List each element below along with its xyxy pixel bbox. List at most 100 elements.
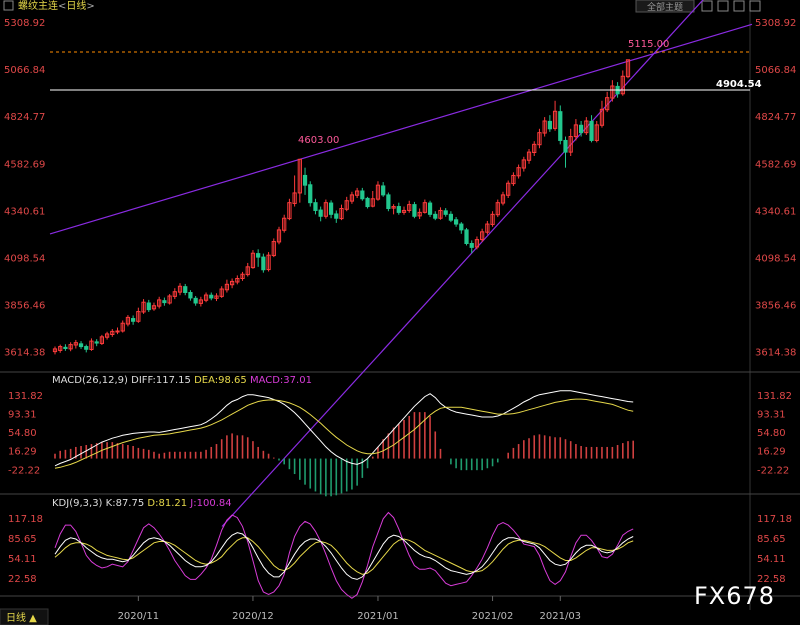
candle: [542, 117, 547, 137]
candle: [391, 204, 396, 215]
candle: [334, 210, 339, 223]
candle: [297, 158, 302, 203]
instrument-period: 日线: [66, 0, 86, 12]
instrument-title: 螺纹主连<日线>: [18, 0, 95, 12]
candle: [323, 199, 328, 219]
price-tick-right: 3614.38: [755, 348, 796, 359]
candle: [396, 202, 401, 215]
candle: [474, 236, 480, 250]
candle: [422, 199, 427, 214]
kdj-j-value: J:100.84: [189, 498, 231, 509]
kdj-tick-left: 22.58: [8, 574, 37, 585]
candle: [500, 191, 506, 206]
candle: [386, 192, 391, 212]
candle: [157, 296, 162, 309]
candle: [318, 206, 323, 222]
candle: [136, 307, 141, 323]
price-tick-left: 4098.54: [4, 253, 45, 264]
candle: [506, 180, 511, 198]
kdj-tick-right: 117.18: [757, 514, 792, 525]
candle: [370, 191, 375, 208]
candle-body: [427, 202, 433, 215]
candle-body: [459, 223, 464, 231]
candle: [344, 196, 349, 212]
price-tick-left: 4824.77: [4, 112, 45, 123]
candle-body: [302, 174, 308, 186]
candle: [568, 128, 573, 156]
candle-body: [558, 111, 563, 141]
candle: [292, 175, 297, 207]
high-2020-label: 4603.00: [298, 135, 339, 146]
home-icon[interactable]: [3, 0, 14, 11]
candle-body: [381, 185, 386, 196]
candle: [443, 208, 448, 217]
candle: [339, 204, 344, 221]
candle-body: [453, 219, 459, 225]
candle: [287, 198, 292, 221]
restore-icon[interactable]: [717, 0, 729, 12]
kdj-d-value: D:81.21: [147, 498, 187, 509]
candle: [558, 105, 563, 145]
kdj-j-line: [54, 511, 634, 599]
candle: [131, 315, 136, 325]
close-icon[interactable]: [749, 0, 761, 12]
candle: [52, 346, 58, 355]
price-tick-left: 3614.38: [4, 348, 45, 359]
candle-body: [94, 341, 99, 344]
kdj-legend: KDJ(9,3,3) K:87.75 D:81.21 J:100.84: [52, 498, 232, 509]
date-tick-label: 2021/02: [472, 611, 514, 622]
candle-body: [433, 213, 438, 219]
candle: [552, 100, 558, 131]
macd-tick-right: 16.29: [757, 447, 786, 458]
maximize-icon[interactable]: [733, 0, 745, 12]
candle: [349, 191, 355, 204]
price-tick-left: 4340.61: [4, 206, 45, 217]
candle: [282, 214, 287, 233]
date-tick-label: 2021/03: [540, 611, 582, 622]
period-button-label: 日线 ▲: [6, 611, 37, 624]
candle: [188, 290, 193, 301]
candle: [433, 211, 438, 221]
macd-dea-value: DEA:98.65: [194, 375, 247, 386]
macd-diff-line: [54, 390, 634, 467]
futures-chart[interactable]: 螺纹主连<日线> 全部主题 5308.92 5308.92 5066.84 5066.…: [0, 0, 800, 625]
candle-body: [334, 213, 339, 219]
candle-body: [78, 343, 84, 348]
price-tick-left: 5066.84: [4, 65, 45, 76]
candle: [209, 292, 214, 301]
candle: [120, 320, 125, 333]
candle: [412, 201, 417, 219]
candle: [58, 344, 63, 353]
candle: [464, 227, 469, 246]
candle: [360, 187, 365, 201]
candle: [480, 228, 485, 242]
candle: [162, 297, 167, 306]
candle: [94, 339, 99, 347]
candle: [172, 288, 177, 300]
macd-tick-left: 131.82: [8, 391, 43, 402]
candle: [521, 156, 526, 172]
candle: [365, 196, 370, 209]
candle: [193, 296, 198, 306]
candle: [625, 59, 631, 79]
candle-body: [63, 346, 68, 350]
price-tick-left: 4582.69: [4, 159, 45, 170]
candle: [547, 115, 552, 132]
candle: [219, 286, 224, 298]
candle: [271, 238, 276, 258]
candle: [537, 128, 542, 149]
window-controls[interactable]: [701, 0, 761, 12]
candle-body: [131, 318, 136, 322]
kdj-tick-right: 85.65: [757, 534, 786, 545]
candle: [302, 167, 308, 195]
candle-body: [318, 209, 323, 217]
horizontal-level-label: 4904.54: [716, 79, 762, 90]
candle: [620, 70, 625, 96]
candle-body: [443, 210, 448, 215]
macd-dea-line: [54, 398, 634, 469]
candle: [407, 200, 412, 213]
candle-body: [256, 253, 261, 258]
minimize-icon[interactable]: [701, 0, 713, 12]
macd-tick-right: 93.31: [757, 409, 786, 420]
kdj-k-value: K:87.75: [106, 498, 145, 509]
